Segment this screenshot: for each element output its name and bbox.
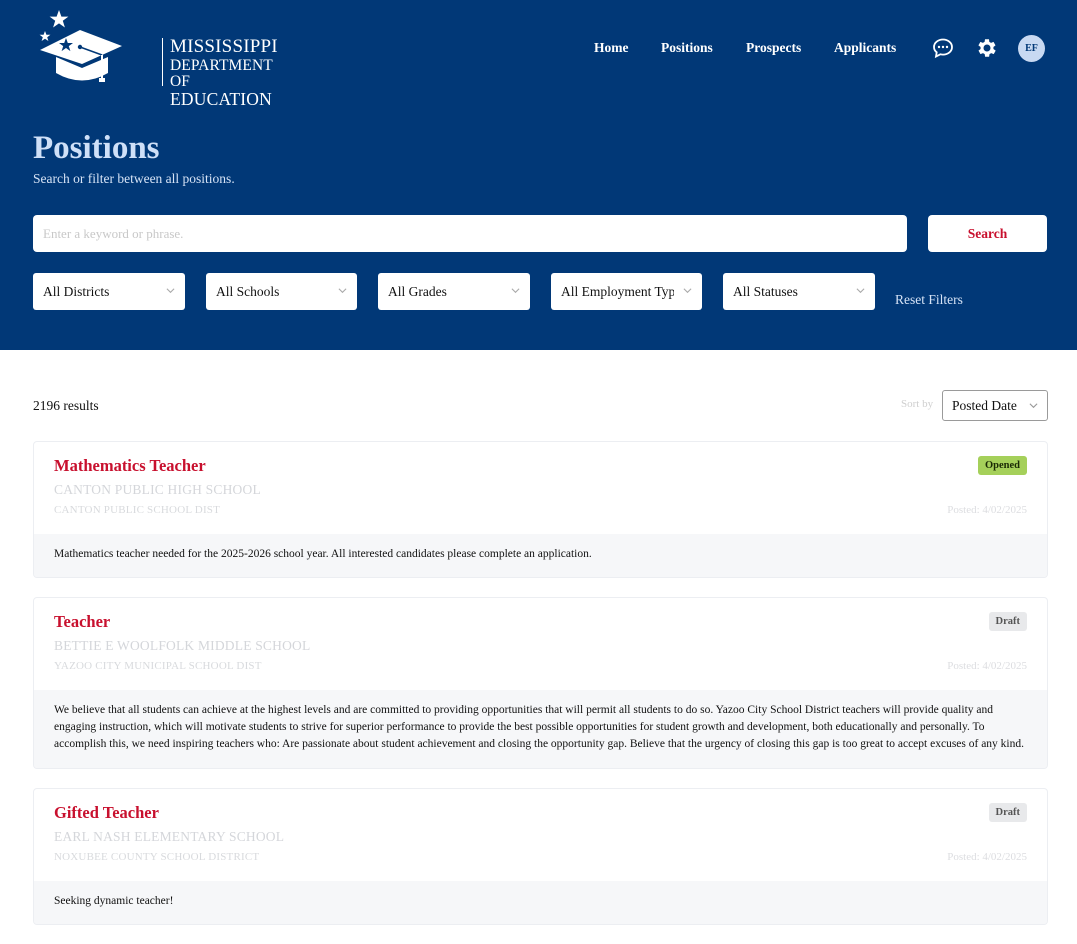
chevron-down-icon (856, 288, 865, 294)
sort-select[interactable]: Posted Date (942, 390, 1048, 421)
results-count: 2196 results (33, 398, 99, 413)
position-title[interactable]: Gifted Teacher (54, 803, 159, 823)
nav-home[interactable]: Home (594, 40, 629, 56)
chevron-down-icon (511, 288, 520, 294)
position-district: NOXUBEE COUNTY SCHOOL DISTRICT (54, 851, 260, 863)
filter-statuses-label: All Statuses (733, 283, 798, 299)
position-description-text: Seeking dynamic teacher! (54, 895, 174, 907)
page-title: Positions (33, 130, 160, 166)
filter-districts-label: All Districts (43, 283, 110, 299)
position-school: EARL NASH ELEMENTARY SCHOOL (54, 829, 285, 844)
chat-bubble-icon (933, 38, 953, 59)
position-school: CANTON PUBLIC HIGH SCHOOL (54, 482, 261, 497)
messages-button[interactable] (931, 36, 955, 60)
logo-line-2: DEPARTMENT OF (170, 57, 273, 90)
filter-employment-types[interactable]: All Employment Types (551, 273, 702, 310)
sort-label: Sort by (901, 398, 934, 410)
logo-wordmark: MISSISSIPPI DEPARTMENT OF EDUCATION (170, 37, 278, 109)
position-description: We believe that all students can achieve… (34, 690, 1047, 768)
reset-filters-link[interactable]: Reset Filters (895, 292, 963, 308)
position-description-text: We believe that all students can achieve… (54, 704, 1025, 750)
filter-schools[interactable]: All Schools (206, 273, 357, 310)
position-district: CANTON PUBLIC SCHOOL DIST (54, 504, 221, 516)
page-subtitle: Search or filter between all positions. (33, 171, 235, 186)
logo-line-3: EDUCATION (170, 89, 272, 109)
logo-divider (162, 38, 163, 86)
filter-grades-label: All Grades (388, 283, 447, 299)
nav-prospects[interactable]: Prospects (746, 40, 801, 56)
logo-line-1: MISSISSIPPI (170, 36, 278, 57)
page-header: MISSISSIPPI DEPARTMENT OF EDUCATION Home… (0, 0, 1077, 350)
graduation-cap-icon (39, 10, 122, 82)
position-description: Mathematics teacher needed for the 2025-… (34, 534, 1047, 577)
position-title[interactable]: Teacher (54, 612, 110, 632)
gear-icon (978, 39, 996, 57)
chevron-down-icon (338, 288, 347, 294)
filter-grades[interactable]: All Grades (378, 273, 530, 310)
position-school: BETTIE E WOOLFOLK MIDDLE SCHOOL (54, 638, 311, 653)
position-card[interactable]: Mathematics Teacher Opened CANTON PUBLIC… (33, 441, 1048, 578)
status-badge: Draft (988, 803, 1027, 822)
position-description-text: Mathematics teacher needed for the 2025-… (54, 548, 592, 560)
posted-date: Posted: 4/02/2025 (947, 504, 1027, 516)
sort-select-value: Posted Date (952, 397, 1017, 413)
position-title[interactable]: Mathematics Teacher (54, 456, 206, 476)
filter-districts[interactable]: All Districts (33, 273, 185, 310)
position-card[interactable]: Teacher Draft BETTIE E WOOLFOLK MIDDLE S… (33, 597, 1048, 769)
position-district: YAZOO CITY MUNICIPAL SCHOOL DIST (54, 660, 262, 672)
chevron-down-icon (166, 288, 175, 294)
filter-statuses[interactable]: All Statuses (723, 273, 875, 310)
status-badge: Opened (977, 456, 1027, 475)
chevron-down-icon (683, 288, 692, 294)
filter-employment-types-label: All Employment Types (561, 283, 674, 299)
search-button[interactable]: Search (928, 215, 1047, 252)
position-card[interactable]: Gifted Teacher Draft EARL NASH ELEMENTAR… (33, 788, 1048, 925)
chevron-down-icon (1029, 403, 1038, 409)
posted-date: Posted: 4/02/2025 (947, 660, 1027, 672)
mde-logo[interactable]: MISSISSIPPI DEPARTMENT OF EDUCATION (36, 8, 278, 108)
posted-date: Posted: 4/02/2025 (947, 851, 1027, 863)
nav-positions[interactable]: Positions (661, 40, 713, 56)
status-badge: Draft (988, 612, 1027, 631)
settings-button[interactable] (975, 36, 999, 60)
position-description: Seeking dynamic teacher! (34, 881, 1047, 924)
user-avatar[interactable]: EF (1018, 35, 1045, 62)
nav-applicants[interactable]: Applicants (834, 40, 896, 56)
filter-schools-label: All Schools (216, 283, 280, 299)
search-input[interactable] (33, 215, 907, 252)
